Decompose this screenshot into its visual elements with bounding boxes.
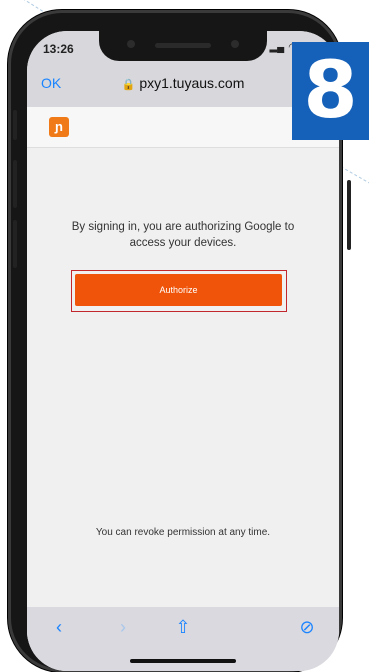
- home-indicator: [130, 659, 236, 663]
- authorize-button[interactable]: Authorize: [75, 274, 282, 306]
- safari-toolbar: ‹ › ⇧ ⊘: [27, 607, 339, 671]
- camera-icon: [127, 40, 135, 48]
- decorative-dash: [340, 166, 369, 187]
- step-number: 8: [303, 46, 358, 136]
- notch: [99, 31, 267, 61]
- phone-mute-switch: [13, 110, 17, 140]
- share-icon[interactable]: ⇧: [171, 615, 195, 639]
- done-button[interactable]: OK: [41, 75, 61, 91]
- status-time: 13:26: [43, 42, 74, 56]
- phone-power-button: [347, 180, 351, 250]
- forward-icon[interactable]: ›: [111, 615, 135, 639]
- sensor-icon: [231, 40, 239, 48]
- phone-volume-up: [13, 160, 17, 208]
- compass-icon[interactable]: ⊘: [295, 615, 319, 639]
- lock-icon: 🔒: [121, 79, 136, 91]
- url-text: pxy1.tuyaus.com: [139, 75, 245, 91]
- web-page: ɲ By signing in, you are authorizing Goo…: [27, 107, 339, 607]
- app-logo: ɲ: [49, 117, 69, 137]
- speaker-grille: [155, 43, 211, 48]
- signal-icon: ▂▄: [269, 42, 285, 53]
- authorization-message: By signing in, you are authorizing Googl…: [71, 221, 295, 249]
- revoke-note: You can revoke permission at any time.: [95, 527, 271, 538]
- back-icon[interactable]: ‹: [47, 615, 71, 639]
- phone-volume-down: [13, 220, 17, 268]
- step-badge: 8: [292, 42, 369, 140]
